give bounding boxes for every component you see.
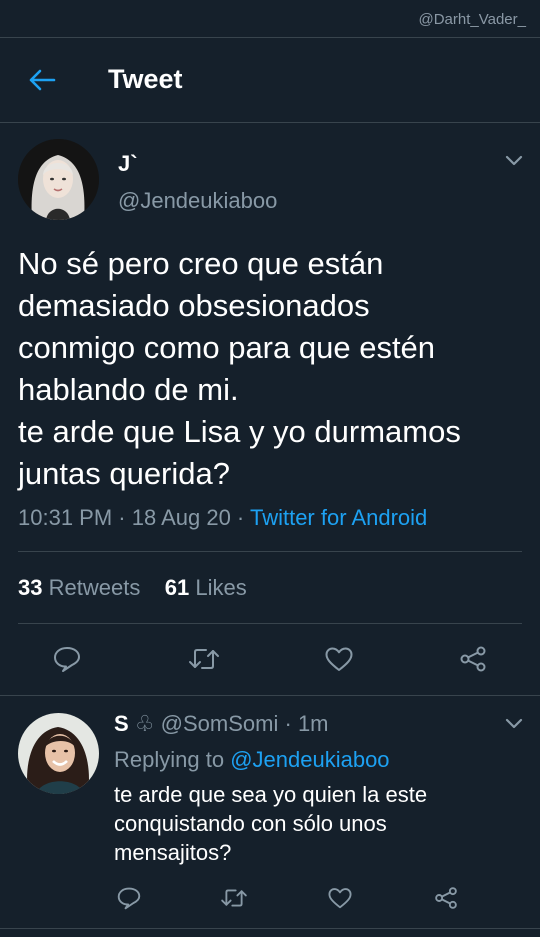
reply-header: S ♧ @SomSomi · 1m	[114, 711, 329, 737]
divider	[0, 695, 540, 696]
author-avatar[interactable]	[18, 139, 99, 220]
timestamp: 10:31 PM · 18 Aug 20 ·	[18, 505, 250, 530]
divider	[0, 928, 540, 929]
share-icon[interactable]	[458, 645, 488, 673]
tweet-text: No sé pero creo que están demasiado obse…	[18, 243, 528, 495]
reply-author-avatar[interactable]	[18, 713, 99, 794]
like-icon[interactable]	[327, 887, 353, 909]
retweet-icon[interactable]	[220, 887, 248, 909]
reply-text-line: mensajitos?	[114, 840, 232, 865]
retweets-label: Retweets	[48, 575, 141, 600]
likes-count: 61	[164, 575, 190, 600]
reply-text-line: conquistando con sólo unos	[114, 811, 387, 836]
retweet-icon[interactable]	[188, 646, 220, 672]
tweet-text-line: No sé pero creo que están	[18, 246, 384, 281]
reply-author-name[interactable]: S	[114, 711, 129, 736]
tweet-text-line: demasiado obsesionados	[18, 288, 370, 323]
replying-to-mention[interactable]: @Jendeukiaboo	[230, 747, 389, 772]
author-name[interactable]: J`	[118, 151, 138, 177]
replying-to-label: Replying to	[114, 747, 225, 772]
reply-text-line: te arde que sea yo quien la este	[114, 782, 428, 807]
reply-time: · 1m	[284, 711, 329, 736]
back-arrow-icon[interactable]	[28, 68, 56, 92]
page-title: Tweet	[108, 64, 183, 94]
reply-icon[interactable]	[116, 886, 142, 910]
retweets-count: 33	[18, 575, 43, 600]
retweets-stat[interactable]: 33 Retweets	[18, 575, 140, 600]
tweet-meta: 10:31 PM · 18 Aug 20 · Twitter for Andro…	[18, 505, 427, 531]
club-emoji: ♧	[134, 711, 155, 736]
source-link[interactable]: Twitter for Android	[250, 505, 427, 530]
replying-to: Replying to @Jendeukiaboo	[114, 747, 390, 773]
likes-label: Likes	[195, 575, 247, 600]
watermark: @Darht_Vader_	[418, 11, 526, 28]
tweet-text-line: conmigo como para que estén	[18, 330, 436, 365]
engagement-stats: 33 Retweets 61 Likes	[18, 575, 247, 601]
like-icon[interactable]	[324, 646, 354, 672]
divider	[18, 551, 522, 552]
reply-author-handle[interactable]: @SomSomi	[161, 711, 279, 736]
share-icon[interactable]	[433, 886, 459, 910]
author-handle[interactable]: @Jendeukiaboo	[118, 188, 277, 214]
reply-icon[interactable]	[52, 645, 82, 673]
tweet-text-line: juntas querida?	[18, 456, 230, 491]
reply-text: te arde que sea yo quien la este conquis…	[114, 780, 427, 867]
chevron-down-icon[interactable]	[505, 155, 523, 167]
tweet-text-line: te arde que Lisa y yo durmamos	[18, 414, 461, 449]
tweet-text-line: hablando de mi.	[18, 372, 239, 407]
chevron-down-icon[interactable]	[505, 718, 523, 730]
likes-stat[interactable]: 61 Likes	[165, 575, 247, 600]
divider	[0, 122, 540, 123]
header: Tweet	[0, 38, 540, 122]
divider	[18, 623, 522, 624]
